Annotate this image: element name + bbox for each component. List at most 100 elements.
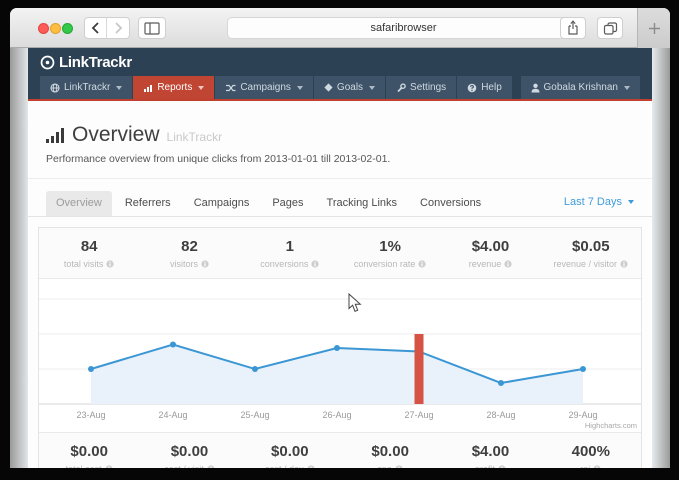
stat-label: visitors xyxy=(170,259,198,269)
svg-text:Highcharts.com: Highcharts.com xyxy=(585,421,637,430)
history-nav-group xyxy=(84,17,130,39)
help-icon xyxy=(467,83,477,93)
stat-value: $4.00 xyxy=(440,443,540,460)
info-icon[interactable] xyxy=(498,465,506,468)
info-icon[interactable] xyxy=(504,260,512,268)
user-name: Gobala Krishnan xyxy=(544,82,619,93)
stat-label: total visits xyxy=(64,259,104,269)
nav-label: Settings xyxy=(410,82,446,93)
shuffle-icon xyxy=(225,83,236,93)
nav-label: Help xyxy=(481,82,502,93)
stat-total-cost: $0.00 total cost xyxy=(39,443,139,468)
tab-overview[interactable]: Overview xyxy=(46,191,112,216)
info-icon[interactable] xyxy=(620,260,628,268)
share-button[interactable] xyxy=(560,17,586,39)
visits-chart-container[interactable]: 23-Aug24-Aug25-Aug26-Aug27-Aug28-Aug29-A… xyxy=(39,279,641,432)
share-icon xyxy=(566,20,580,36)
forward-chevron-icon xyxy=(113,21,124,35)
stat-label: revenue xyxy=(469,259,502,269)
page-subtitle: Performance overview from unique clicks … xyxy=(46,153,634,165)
stat-label: profit xyxy=(475,464,495,468)
svg-text:27-Aug: 27-Aug xyxy=(404,410,433,420)
stats-row-bottom: $0.00 total cost $0.00 cost / visit $0.0… xyxy=(39,432,641,468)
info-icon[interactable] xyxy=(201,260,209,268)
caret-down-icon xyxy=(116,86,122,90)
sidebar-icon xyxy=(144,22,160,35)
nav-item-goals[interactable]: Goals xyxy=(314,76,385,99)
brand-name: LinkTrackr xyxy=(59,54,132,71)
tab-pages[interactable]: Pages xyxy=(262,191,313,216)
nav-item-reports[interactable]: Reports xyxy=(133,76,214,99)
stats-row-top: 84 total visits 82 visitors 1 conversion… xyxy=(39,228,641,279)
info-icon[interactable] xyxy=(593,465,601,468)
nav-item-campaigns[interactable]: Campaigns xyxy=(215,76,313,99)
window-edge-right xyxy=(652,48,670,468)
stat-value: $4.00 xyxy=(440,238,540,255)
nav-label: Goals xyxy=(337,82,363,93)
back-chevron-icon xyxy=(90,21,101,35)
info-icon[interactable] xyxy=(307,465,315,468)
info-icon[interactable] xyxy=(207,465,215,468)
window-edge-left xyxy=(10,48,28,468)
stat-conversions: 1 conversions xyxy=(240,238,340,269)
stat-cost-day: $0.00 cost / day xyxy=(240,443,340,468)
stat-label: conversion rate xyxy=(354,259,416,269)
stat-label: total cost xyxy=(66,464,102,468)
user-menu[interactable]: Gobala Krishnan xyxy=(521,76,641,99)
nav-item-linktrackr[interactable]: LinkTrackr xyxy=(40,76,132,99)
sidebar-toggle-button[interactable] xyxy=(138,17,166,39)
stat-value: 82 xyxy=(139,238,239,255)
zoom-window-button[interactable] xyxy=(62,23,73,34)
brand-logo[interactable]: LinkTrackr xyxy=(40,54,132,71)
back-button[interactable] xyxy=(85,18,107,38)
browser-window: safaribrowser xyxy=(10,8,670,468)
stat-label: roi xyxy=(580,464,590,468)
person-icon xyxy=(531,83,540,93)
date-range-label: Last 7 Days xyxy=(564,196,622,208)
caret-down-icon xyxy=(297,86,303,90)
info-icon[interactable] xyxy=(395,465,403,468)
minimize-window-button[interactable] xyxy=(50,23,61,34)
tab-conversions[interactable]: Conversions xyxy=(410,191,491,216)
globe-icon xyxy=(50,83,60,93)
overview-chart-icon xyxy=(46,128,65,143)
svg-text:26-Aug: 26-Aug xyxy=(322,410,351,420)
stat-value: $0.00 xyxy=(240,443,340,460)
info-icon[interactable] xyxy=(105,465,113,468)
close-window-button[interactable] xyxy=(38,23,49,34)
stat-value: 1% xyxy=(340,238,440,255)
info-icon[interactable] xyxy=(311,260,319,268)
tab-campaigns[interactable]: Campaigns xyxy=(184,191,260,216)
svg-text:29-Aug: 29-Aug xyxy=(568,410,597,420)
nav-label: LinkTrackr xyxy=(64,82,110,93)
bar-chart-icon xyxy=(143,83,153,93)
info-icon[interactable] xyxy=(106,260,114,268)
linktrackr-logo-icon xyxy=(40,55,55,70)
caret-down-icon xyxy=(198,86,204,90)
forward-button[interactable] xyxy=(107,18,129,38)
date-range-selector[interactable]: Last 7 Days xyxy=(564,196,634,216)
overview-panel: 84 total visits 82 visitors 1 conversion… xyxy=(38,227,642,468)
show-tabs-button[interactable] xyxy=(597,17,623,39)
caret-down-icon xyxy=(628,200,634,204)
nav-label: Campaigns xyxy=(240,82,291,93)
stat-roi: 400% roi xyxy=(541,443,641,468)
caret-down-icon xyxy=(369,86,375,90)
wrench-icon xyxy=(396,83,406,93)
stat-conversion-rate: 1% conversion rate xyxy=(340,238,440,269)
svg-text:23-Aug: 23-Aug xyxy=(76,410,105,420)
address-bar[interactable]: safaribrowser xyxy=(227,17,580,39)
tab-referrers[interactable]: Referrers xyxy=(115,191,181,216)
stat-value: $0.05 xyxy=(541,238,641,255)
nav-item-help[interactable]: Help xyxy=(457,76,512,99)
tab-tracking-links[interactable]: Tracking Links xyxy=(317,191,408,216)
stat-revenue-visitor: $0.05 revenue / visitor xyxy=(541,238,641,269)
info-icon[interactable] xyxy=(418,260,426,268)
diamond-icon xyxy=(324,83,333,92)
stat-revenue: $4.00 revenue xyxy=(440,238,540,269)
new-tab-button[interactable] xyxy=(637,8,670,48)
nav-item-settings[interactable]: Settings xyxy=(386,76,456,99)
visits-chart: 23-Aug24-Aug25-Aug26-Aug27-Aug28-Aug29-A… xyxy=(39,279,641,432)
app-navbar: LinkTrackr Reports xyxy=(28,76,652,99)
svg-text:24-Aug: 24-Aug xyxy=(158,410,187,420)
